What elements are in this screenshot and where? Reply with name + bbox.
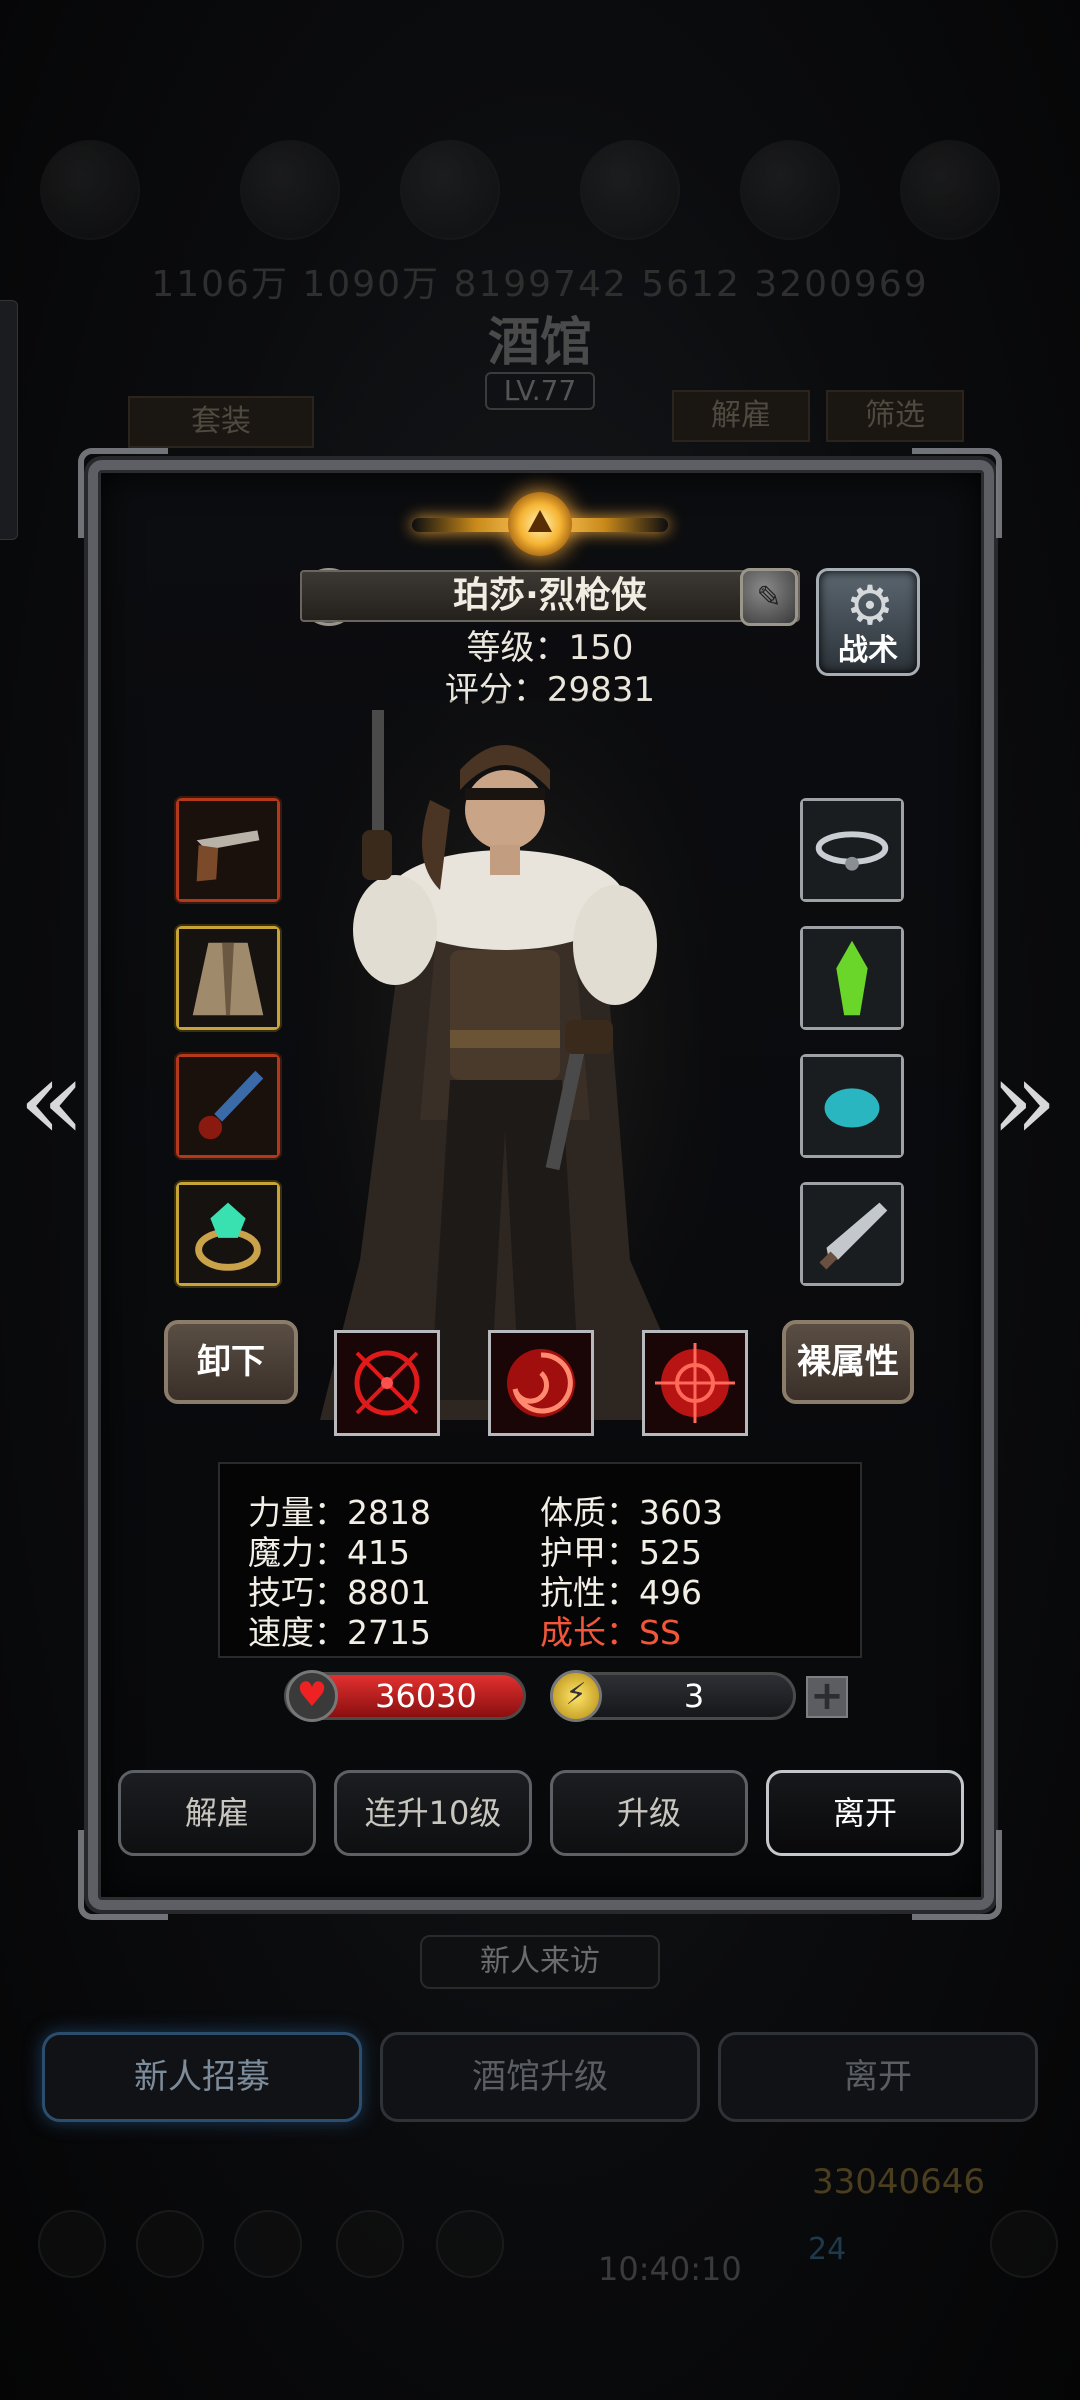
tab-leave[interactable]: 离开 xyxy=(718,2032,1038,2122)
rename-edit-icon[interactable]: ✎ xyxy=(740,568,798,626)
fur-coat-icon xyxy=(179,929,277,1027)
previous-hero-arrow-icon[interactable]: « xyxy=(12,1045,92,1155)
tactics-button[interactable]: ⚙ 战术 xyxy=(816,568,920,676)
bg-dismiss-button[interactable]: 解雇 xyxy=(672,390,810,442)
armor-slot[interactable] xyxy=(176,926,280,1030)
skill-slot-1[interactable] xyxy=(334,1330,440,1436)
resource-orbs xyxy=(40,140,1040,250)
hp-value: 36030 xyxy=(375,1677,477,1715)
stat-growth: 成长：SS xyxy=(540,1613,681,1652)
teal-stone-icon xyxy=(803,1057,901,1155)
tavern-title: 酒馆 xyxy=(487,312,592,373)
clock: 10:40:10 xyxy=(598,2250,742,2288)
energy-value: 3 xyxy=(683,1677,705,1715)
dismiss-button[interactable]: 解雇 xyxy=(118,1770,316,1856)
skill-slot-2[interactable] xyxy=(488,1330,594,1436)
base-attributes-button[interactable]: 裸属性 xyxy=(782,1320,914,1404)
green-crystal-icon xyxy=(803,929,901,1027)
dagger-icon xyxy=(803,1185,901,1283)
gold-amount: 33040646 xyxy=(812,2162,986,2202)
level-up-10-button[interactable]: 连升10级 xyxy=(334,1770,532,1856)
lightning-icon: ⚡ xyxy=(550,1670,602,1722)
corner-ornament xyxy=(912,448,1002,538)
trinket-slot[interactable] xyxy=(800,926,904,1030)
flintlock-pistol-icon xyxy=(179,801,277,899)
silver-cloud-amulet-icon xyxy=(803,801,901,899)
hero-portrait xyxy=(300,700,720,1440)
tavern-level: LV.77 xyxy=(485,372,595,410)
blue-quill-icon xyxy=(179,1057,277,1155)
leave-button[interactable]: 离开 xyxy=(766,1770,964,1856)
panel-crest xyxy=(412,470,668,580)
heart-icon: ♥ xyxy=(286,1670,338,1722)
new-visitor-label[interactable]: 新人来访 xyxy=(420,1935,660,1989)
offhand-slot[interactable] xyxy=(800,1182,904,1286)
unequip-button[interactable]: 卸下 xyxy=(164,1320,298,1404)
emerald-ring-icon xyxy=(179,1185,277,1283)
weapon-slot[interactable] xyxy=(176,798,280,902)
amulet-slot[interactable] xyxy=(800,798,904,902)
gem-amount: 24 xyxy=(808,2232,847,2267)
left-edge-tab[interactable] xyxy=(0,300,18,540)
hero-name: 珀莎·烈枪侠 xyxy=(300,570,800,622)
add-energy-button[interactable]: + xyxy=(806,1676,848,1718)
next-hero-arrow-icon[interactable]: » xyxy=(984,1045,1064,1155)
level-up-button[interactable]: 升级 xyxy=(550,1770,748,1856)
filter-button[interactable]: 筛选 xyxy=(826,390,964,442)
tab-tavern-upgrade[interactable]: 酒馆升级 xyxy=(380,2032,700,2122)
spiral-skill-icon xyxy=(491,1333,591,1433)
corner-ornament xyxy=(78,448,168,538)
tab-recruit[interactable]: 新人招募 xyxy=(42,2032,362,2122)
tactics-label: 战术 xyxy=(838,633,898,668)
accessory-slot[interactable] xyxy=(176,1054,280,1158)
ring-slot[interactable] xyxy=(176,1182,280,1286)
crosshair-skill-icon xyxy=(337,1333,437,1433)
target-skill-icon xyxy=(645,1333,745,1433)
skill-slot-3[interactable] xyxy=(642,1330,748,1436)
gem-slot[interactable] xyxy=(800,1054,904,1158)
stat-speed: 速度：2715 xyxy=(248,1613,431,1652)
set-button[interactable]: 套装 xyxy=(128,396,314,448)
